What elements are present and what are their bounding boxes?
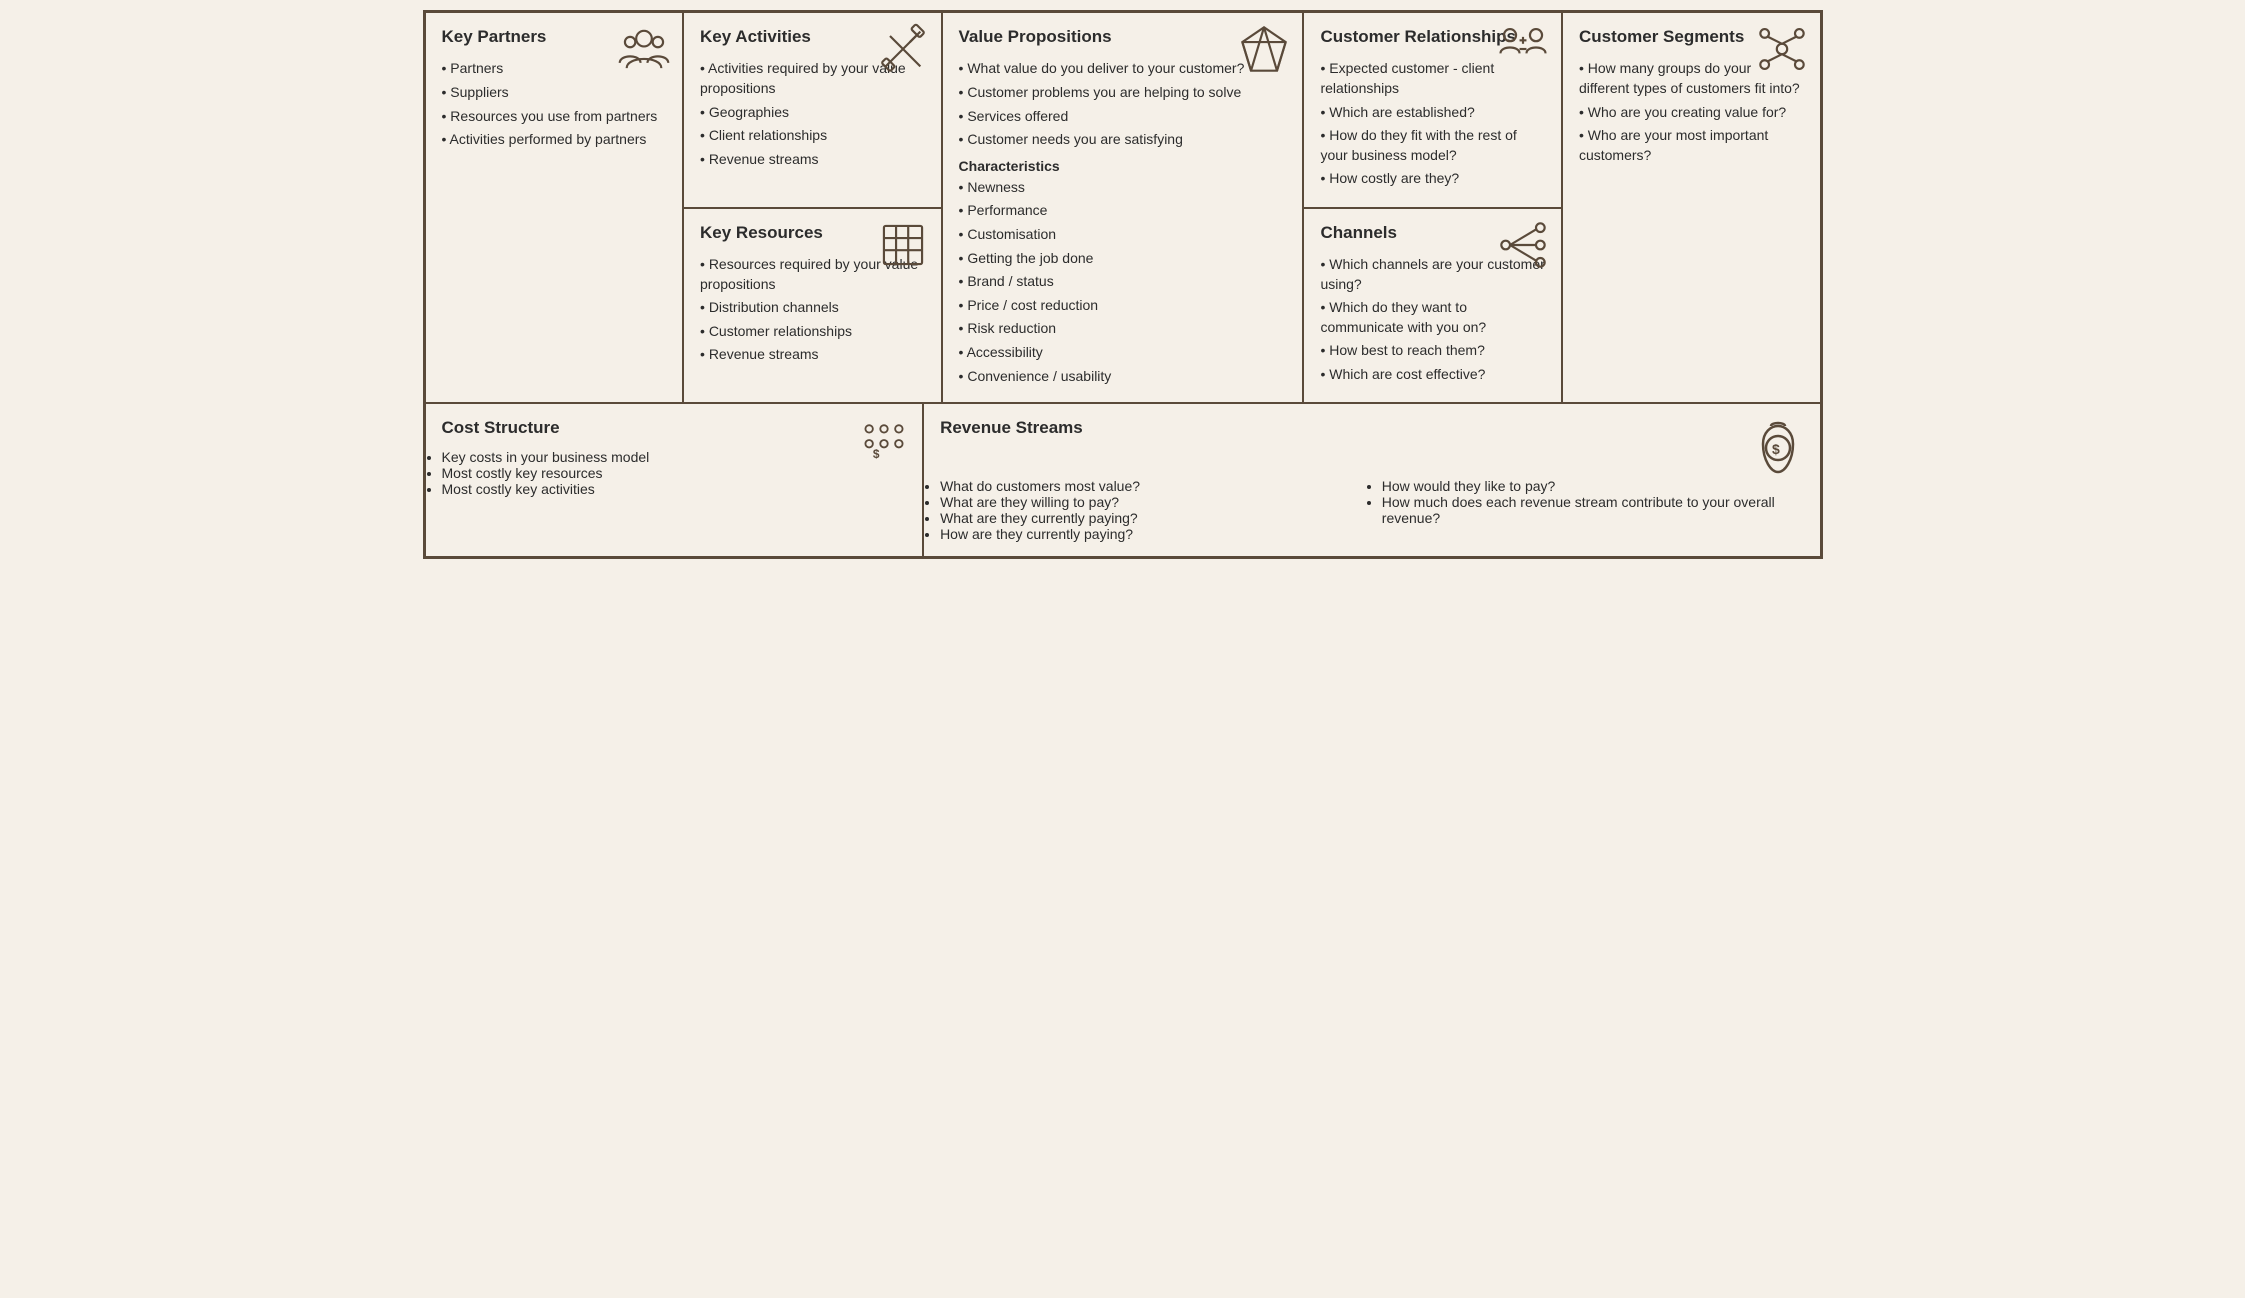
- list-item: Price / cost reduction: [959, 294, 1287, 318]
- list-item: Key costs in your business model: [442, 449, 907, 465]
- top-grid: Key Partners Partners Suppliers Resource…: [425, 12, 1821, 403]
- revenue-streams-title: Revenue Streams: [940, 418, 1083, 438]
- list-item: Activities performed by partners: [442, 128, 667, 152]
- list-item: How costly are they?: [1320, 167, 1545, 191]
- list-item: What are they currently paying?: [940, 510, 1362, 526]
- list-item: Resources you use from partners: [442, 105, 667, 129]
- list-item: How are they currently paying?: [940, 526, 1362, 542]
- list-item: Newness: [959, 176, 1287, 200]
- list-item: Convenience / usability: [959, 365, 1287, 389]
- list-item: Services offered: [959, 105, 1287, 129]
- key-partners-cell: Key Partners Partners Suppliers Resource…: [425, 12, 684, 403]
- list-item: How would they like to pay?: [1382, 478, 1804, 494]
- list-item: Which are established?: [1320, 101, 1545, 125]
- revenue-streams-icon: $: [1752, 418, 1804, 478]
- list-item: Customer relationships: [700, 320, 925, 344]
- value-props-icon: [1238, 23, 1290, 75]
- list-item: Most costly key activities: [442, 481, 907, 497]
- cost-structure-cell: Cost Structure $ Key costs in your busin…: [425, 403, 924, 557]
- list-item: Which are cost effective?: [1320, 363, 1545, 387]
- channels-list: Which channels are your customer using? …: [1320, 253, 1545, 387]
- value-props-intro-list: What value do you deliver to your custom…: [959, 57, 1287, 151]
- list-item: Revenue streams: [700, 343, 925, 367]
- list-item: Who are your most important customers?: [1579, 124, 1804, 167]
- list-item: Getting the job done: [959, 247, 1287, 271]
- customer-relationships-cell: Customer Relationships Expected customer…: [1303, 12, 1562, 208]
- value-propositions-title: Value Propositions: [959, 27, 1287, 47]
- list-item: Brand / status: [959, 270, 1287, 294]
- svg-text:$: $: [873, 447, 880, 461]
- list-item: How best to reach them?: [1320, 339, 1545, 363]
- value-propositions-cell: Value Propositions What value do you del…: [942, 12, 1304, 403]
- cost-structure-list: Key costs in your business model Most co…: [442, 449, 907, 497]
- revenue-streams-left-list: What do customers most value? What are t…: [940, 478, 1362, 542]
- list-item: Most costly key resources: [442, 465, 907, 481]
- channels-icon: [1497, 219, 1549, 271]
- list-item: How do they fit with the rest of your bu…: [1320, 124, 1545, 167]
- list-item: What are they willing to pay?: [940, 494, 1362, 510]
- list-item: Geographies: [700, 101, 925, 125]
- list-item: Customisation: [959, 223, 1287, 247]
- key-activities-icon: [877, 23, 929, 75]
- list-item: Accessibility: [959, 341, 1287, 365]
- list-item: Who are you creating value for?: [1579, 101, 1804, 125]
- list-item: Customer needs you are satisfying: [959, 128, 1287, 152]
- list-item: Distribution channels: [700, 296, 925, 320]
- list-item: Client relationships: [700, 124, 925, 148]
- key-resources-icon: [877, 219, 929, 271]
- list-item: Which do they want to communicate with y…: [1320, 296, 1545, 339]
- list-item: What do customers most value?: [940, 478, 1362, 494]
- key-activities-cell: Key Activities Activities required by yo…: [683, 12, 942, 208]
- list-item: Customer problems you are helping to sol…: [959, 81, 1287, 105]
- partners-icon: [618, 23, 670, 75]
- svg-text:$: $: [1772, 441, 1780, 457]
- list-item: What value do you deliver to your custom…: [959, 57, 1287, 81]
- list-item: Performance: [959, 199, 1287, 223]
- business-model-canvas: Key Partners Partners Suppliers Resource…: [423, 10, 1823, 559]
- bottom-grid: Cost Structure $ Key costs in your busin…: [425, 403, 1821, 557]
- key-resources-cell: Key Resources Resources required by your…: [683, 208, 942, 404]
- customer-relationships-list: Expected customer - client relationships…: [1320, 57, 1545, 191]
- list-item: Suppliers: [442, 81, 667, 105]
- list-item: How much does each revenue stream contri…: [1382, 494, 1804, 526]
- cost-structure-icon: $: [858, 414, 910, 466]
- list-item: Revenue streams: [700, 148, 925, 172]
- characteristics-title: Characteristics: [959, 158, 1287, 174]
- channels-cell: Channels Which channels are your custome…: [1303, 208, 1562, 404]
- cost-structure-title: Cost Structure: [442, 418, 907, 438]
- characteristics-list: Newness Performance Customisation Gettin…: [959, 176, 1287, 388]
- revenue-streams-right-list: How would they like to pay? How much doe…: [1382, 478, 1804, 542]
- revenue-streams-content: What do customers most value? What are t…: [940, 478, 1803, 542]
- customer-relationships-icon: [1497, 23, 1549, 75]
- customer-segments-icon: [1756, 23, 1808, 75]
- customer-segments-cell: Customer Segments How many groups do you…: [1562, 12, 1821, 403]
- list-item: Risk reduction: [959, 317, 1287, 341]
- revenue-streams-cell: Revenue Streams $ What do customers most…: [923, 403, 1820, 557]
